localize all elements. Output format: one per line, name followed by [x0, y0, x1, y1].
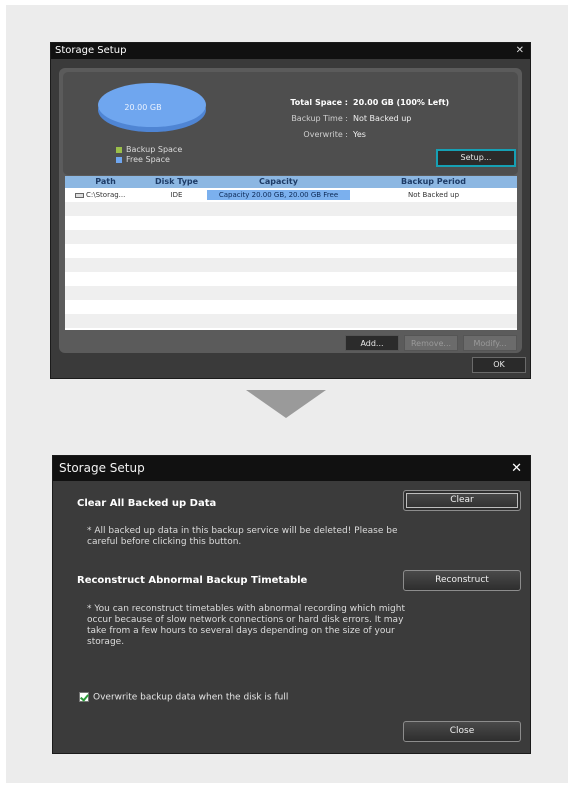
- legend-free: Free Space: [116, 155, 182, 165]
- storage-setup-advanced-dialog: Storage Setup ✕ Clear All Backed up Data…: [52, 455, 531, 754]
- setup-button[interactable]: Setup...: [436, 149, 516, 167]
- pie-label: 20.00 GB: [124, 103, 162, 112]
- cell-backup-period: Not Backed up: [407, 191, 460, 199]
- ok-button[interactable]: OK: [472, 357, 526, 373]
- table-row: [65, 314, 517, 328]
- overwrite-checkbox[interactable]: [79, 692, 89, 702]
- overwrite-key: Overwrite :: [303, 130, 348, 139]
- clear-heading: Clear All Backed up Data: [77, 498, 217, 509]
- reconstruct-heading: Reconstruct Abnormal Backup Timetable: [77, 575, 308, 586]
- table-row: [65, 230, 517, 244]
- col-backup-period[interactable]: Backup Period: [350, 176, 517, 188]
- total-space-key: Total Space :: [290, 98, 348, 107]
- overwrite-value: Yes: [353, 130, 366, 139]
- table-header: Path Disk Type Capacity Backup Period: [65, 176, 517, 188]
- overwrite-label: Overwrite backup data when the disk is f…: [93, 692, 289, 703]
- table-row: [65, 202, 517, 216]
- storage-table: Path Disk Type Capacity Backup Period C:…: [65, 176, 517, 330]
- overwrite-checkbox-row[interactable]: Overwrite backup data when the disk is f…: [79, 692, 288, 703]
- add-button[interactable]: Add...: [345, 335, 399, 351]
- dialog-titlebar: Storage Setup ✕: [53, 456, 530, 481]
- legend-backup: Backup Space: [116, 145, 182, 155]
- dialog-title: Storage Setup: [59, 461, 145, 475]
- close-icon[interactable]: ✕: [516, 43, 524, 59]
- dialog-title: Storage Setup: [55, 45, 127, 56]
- table-row: [65, 286, 517, 300]
- free-swatch: [116, 156, 122, 163]
- remove-button[interactable]: Remove...: [404, 335, 458, 351]
- reconstruct-button[interactable]: Reconstruct: [403, 570, 521, 591]
- col-path[interactable]: Path: [65, 176, 146, 188]
- drive-icon: [75, 192, 84, 198]
- legend-backup-label: Backup Space: [126, 145, 183, 154]
- table-row: [65, 244, 517, 258]
- clear-description: * All backed up data in this backup serv…: [87, 526, 398, 547]
- total-space-value: 20.00 GB (100% Left): [353, 98, 450, 107]
- cell-disk-type: IDE: [170, 191, 183, 199]
- legend-free-label: Free Space: [126, 155, 170, 164]
- close-button[interactable]: Close: [403, 721, 521, 742]
- cell-path: C:\Storag...: [65, 188, 146, 202]
- pie-legend: Backup Space Free Space: [116, 145, 182, 165]
- cell-capacity: Capacity 20.00 GB, 20.00 GB Free: [207, 190, 350, 200]
- path-text: C:\Storag...: [86, 191, 126, 199]
- reconstruct-description: * You can reconstruct timetables with ab…: [87, 604, 405, 647]
- down-arrow-icon: [246, 390, 326, 418]
- table-body: C:\Storag... IDE Capacity 20.00 GB, 20.0…: [65, 188, 517, 328]
- clear-button[interactable]: Clear: [403, 490, 521, 511]
- close-icon[interactable]: ✕: [511, 456, 522, 481]
- table-row[interactable]: C:\Storag... IDE Capacity 20.00 GB, 20.0…: [65, 188, 517, 202]
- table-row: [65, 258, 517, 272]
- col-disk-type[interactable]: Disk Type: [146, 176, 207, 188]
- table-row: [65, 300, 517, 314]
- backup-time-key: Backup Time :: [291, 114, 348, 123]
- modify-button[interactable]: Modify...: [463, 335, 517, 351]
- table-row: [65, 216, 517, 230]
- backup-swatch: [116, 146, 122, 153]
- col-capacity[interactable]: Capacity: [207, 176, 350, 188]
- table-row: [65, 272, 517, 286]
- backup-time-value: Not Backed up: [353, 114, 412, 123]
- dialog-titlebar: Storage Setup ✕: [51, 43, 530, 59]
